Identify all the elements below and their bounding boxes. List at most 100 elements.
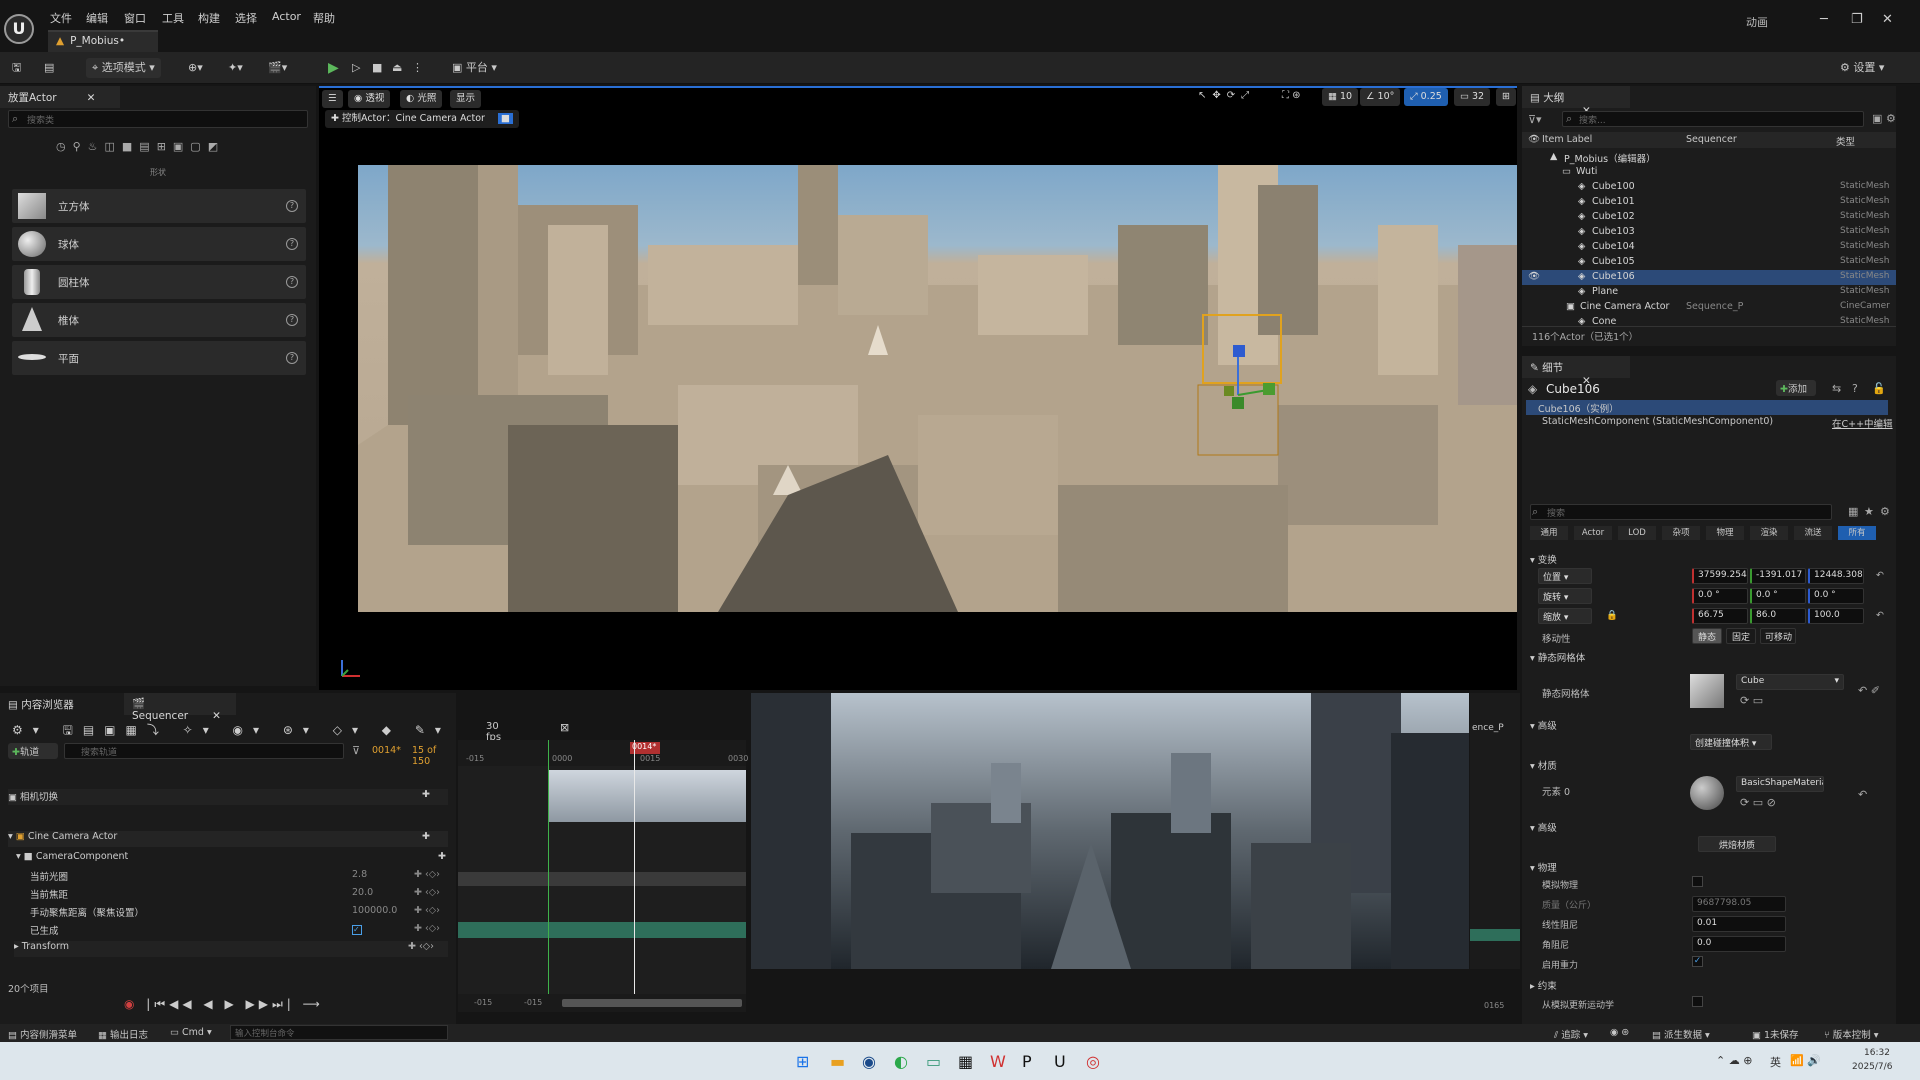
details-search[interactable]: 搜索 [1530, 504, 1832, 520]
filter-tab[interactable]: 通用 [1530, 526, 1568, 540]
grid-snap[interactable]: ▦ 10 [1322, 88, 1359, 106]
gravity-checkbox[interactable]: ✓ [1692, 956, 1703, 967]
steam-icon[interactable]: ◉ [862, 1052, 876, 1071]
shape-cylinder[interactable]: 圆柱体 ? [12, 265, 306, 299]
scale-dropdown[interactable]: 缩放 ▾ [1538, 608, 1592, 624]
unsaved-button[interactable]: ▣ 1未保存 [1752, 1027, 1799, 1041]
timeline-area[interactable] [458, 740, 746, 994]
explorer-icon[interactable]: ▬ [830, 1052, 845, 1071]
status-icons[interactable]: ◉ ⊛ [1610, 1027, 1629, 1038]
visibility-icon[interactable]: 👁 [1528, 271, 1540, 282]
location-z[interactable]: 12448.308 [1808, 568, 1864, 584]
app-icon[interactable]: ▦ [958, 1052, 973, 1071]
place-actor-tab[interactable]: 放置Actor ✕ [0, 86, 120, 108]
rotation-z[interactable]: 0.0 ° [1808, 588, 1864, 604]
play-icon[interactable]: ▶ [328, 58, 339, 78]
source-control-button[interactable]: ⑂ 版本控制 ▾ [1824, 1027, 1879, 1041]
keyframe-controls[interactable]: ✚ ‹◇› [414, 869, 440, 880]
camera-cuts-track[interactable]: ▣ 相机切换 ✚ [8, 789, 448, 805]
cmd-dropdown[interactable]: ▭ Cmd ▾ [170, 1027, 212, 1038]
eject-icon[interactable]: ⏏ [392, 58, 402, 78]
content-browser-icon[interactable]: ▤ [44, 58, 54, 78]
shape-cube[interactable]: 立方体 ? [12, 189, 306, 223]
lit-button[interactable]: ◐ 光照 [400, 90, 443, 108]
outliner-row[interactable]: ◈ Cube103 StaticMesh [1522, 225, 1896, 240]
track-search[interactable]: 搜索轨道 [64, 743, 344, 759]
component-row[interactable]: StaticMeshComponent (StaticMeshComponent… [1542, 416, 1773, 427]
camera-icon[interactable]: ■ [497, 113, 513, 124]
camera-cut-section[interactable] [548, 770, 746, 822]
scale-y[interactable]: 86.0 [1750, 608, 1806, 624]
restore-icon[interactable]: ❐ [1851, 12, 1863, 27]
filter-tab[interactable]: 杂项 [1662, 526, 1700, 540]
transform-section[interactable]: ▾ 变换 [1530, 552, 1557, 566]
mobility-static[interactable]: 静态 [1692, 628, 1722, 644]
sequencer-tab[interactable]: 🎬 Sequencer ✕ [124, 693, 236, 722]
menu-edit[interactable]: 编辑 [86, 10, 108, 26]
filter-tab[interactable]: 流送 [1794, 526, 1832, 540]
col-type[interactable]: 类型 [1836, 134, 1855, 148]
help-icon[interactable]: ? [286, 238, 298, 250]
menu-file[interactable]: 文件 [50, 10, 72, 26]
location-x[interactable]: 37599.254 [1692, 568, 1748, 584]
start-icon[interactable]: ⊞ [796, 1052, 809, 1071]
settings-icon[interactable]: ⚙ [1886, 112, 1896, 125]
location-dropdown[interactable]: 位置 ▾ [1538, 568, 1592, 584]
browse-icon[interactable]: ⟳ ▭ ⊘ [1740, 796, 1776, 809]
reset-icon[interactable]: ↶ ✐ [1858, 684, 1880, 697]
outliner-search[interactable]: 搜索... [1562, 111, 1864, 127]
layout-label[interactable]: 动画 [1746, 14, 1768, 30]
level-tab[interactable]: ▲ P_Mobius• [48, 30, 158, 52]
help-icon[interactable]: ? [286, 276, 298, 288]
time-ruler[interactable]: -015 0000 0015 0030 0014* [458, 740, 748, 766]
material-thumbnail[interactable] [1690, 776, 1724, 810]
scale-snap[interactable]: ⤢ 0.25 [1404, 88, 1448, 106]
reset-icon[interactable]: ↶ [1858, 788, 1867, 801]
keyframe-controls[interactable]: ✚ ‹◇› [414, 887, 440, 898]
angular-damping-field[interactable]: 0.0 [1692, 936, 1786, 952]
materials-section[interactable]: ▾ 材质 [1530, 758, 1557, 772]
maximize-viewport-icon[interactable]: ⊞ [1496, 88, 1516, 106]
star-icon[interactable]: ★ [1864, 505, 1874, 518]
filter-tab[interactable]: 渲染 [1750, 526, 1788, 540]
settings-icon[interactable]: ⚙ [1880, 505, 1890, 518]
close-tab-icon[interactable]: ✕ [87, 92, 96, 104]
mode-dropdown[interactable]: ⌖ 选项模式 ▾ [86, 58, 161, 78]
help-icon[interactable]: ? [286, 352, 298, 364]
generated-checkbox[interactable]: ✓ [352, 925, 362, 935]
pilot-actor-bar[interactable]: ✚ 控制Actor：Cine Camera Actor ■ [325, 110, 519, 128]
advanced2-section[interactable]: ▾ 高级 [1530, 820, 1557, 834]
property-value[interactable]: 2.8 [352, 869, 367, 880]
angle-snap[interactable]: ∠ 10° [1360, 88, 1401, 106]
shape-cone[interactable]: 椎体 ? [12, 303, 306, 337]
edge-icon[interactable]: ◐ [894, 1052, 908, 1071]
outliner-row[interactable]: ▲ P_Mobius（编辑器） [1522, 150, 1896, 165]
filter-tab[interactable]: 所有 [1838, 526, 1876, 540]
menu-select[interactable]: 选择 [235, 10, 257, 26]
advanced-section[interactable]: ▾ 高级 [1530, 718, 1557, 732]
outliner-row[interactable]: ▣ Cine Camera Actor Sequence_P CineCamer [1522, 300, 1896, 315]
place-actor-search[interactable]: 搜索类 [8, 110, 308, 128]
save-icon[interactable]: 🖫 [12, 58, 21, 78]
minimize-icon[interactable]: ─ [1820, 12, 1828, 27]
lock-icon[interactable]: 🔒 [1606, 610, 1618, 621]
mobility-movable[interactable]: 可移动 [1760, 628, 1796, 644]
output-log-button[interactable]: ▦ 输出日志 [98, 1027, 148, 1041]
simulate-checkbox[interactable] [1692, 876, 1703, 887]
city-scene[interactable] [358, 165, 1517, 612]
outliner-row[interactable]: ◈ Cube105 StaticMesh [1522, 255, 1896, 270]
property-track[interactable]: 当前光圈 2.8 ✚ ‹◇› [30, 869, 448, 885]
chat-icon[interactable]: ▭ [926, 1052, 941, 1071]
menu-actor[interactable]: Actor [272, 10, 301, 23]
property-track[interactable]: 手动聚焦距离（聚焦设置） 100000.0 ✚ ‹◇› [30, 905, 448, 921]
settings-dropdown[interactable]: ⚙ 设置 ▾ [1840, 58, 1884, 78]
add-track-button[interactable]: ✚轨道 [8, 743, 58, 759]
tray-icons[interactable]: ⌃ ☁ ⊕ [1716, 1054, 1752, 1067]
add-icon[interactable]: ✚ [422, 831, 430, 842]
outliner-row[interactable]: ◈ Cube104 StaticMesh [1522, 240, 1896, 255]
add-component-button[interactable]: ✚添加 [1776, 380, 1816, 396]
chrome-icon[interactable]: ◎ [1086, 1052, 1100, 1071]
show-button[interactable]: 显示 [450, 90, 482, 108]
material-dropdown[interactable]: BasicShapeMaterial ▾ [1736, 776, 1824, 792]
outliner-row[interactable]: ◈ Plane StaticMesh [1522, 285, 1896, 300]
